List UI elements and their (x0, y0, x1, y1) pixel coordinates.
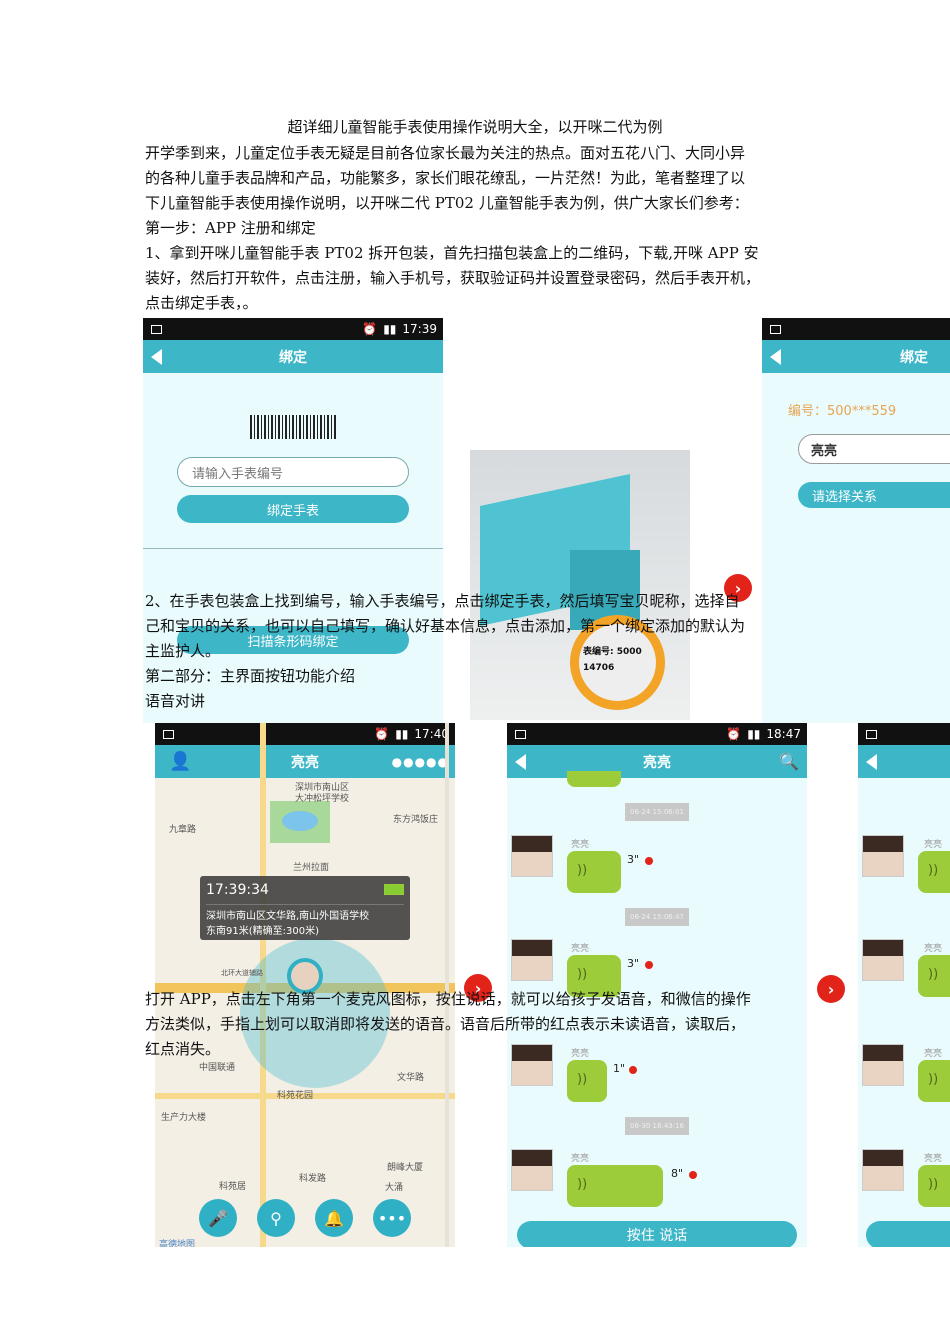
step2-line: 己和宝贝的关系，也可以自己填写，确认好基本信息，点击添加，第一个绑定添加的默认为 (145, 617, 746, 635)
message-timestamp: 06-24 15:06:01 (625, 803, 689, 821)
chat-screenshot: ⏰ ▮▮ 18:47 亮亮 🔍 06-24 15:06:01 亮亮)) 3" 06-24… (507, 723, 807, 1247)
voice-message[interactable]: 亮亮)) 8" (511, 1149, 801, 1219)
voice-wave-icon: )) (567, 1060, 607, 1102)
voice-line: 打开 APP，点击左下角第一个麦克风图标，按住说话，就可以给孩子发语音，和微信的… (145, 990, 751, 1008)
signal-icon: ▮▮ (383, 322, 397, 336)
battery-icon (384, 884, 404, 895)
screen-title: 绑定 (900, 349, 928, 366)
intro-line: 下儿童智能手表使用操作说明，以开咪二代 PT02 儿童智能手表为例，供广大家长们… (145, 194, 749, 212)
voice-line: 红点消失。 (145, 1040, 221, 1058)
hold-to-talk-button[interactable]: 按住 说话 (517, 1221, 797, 1247)
intro-line: 开学季到来，儿童定位手表无疑是目前各位家长最为关注的热点。面对五花八门、大同小异 (145, 144, 746, 162)
unread-dot (629, 1066, 637, 1074)
voice-wave-icon: )) (567, 1165, 663, 1207)
nickname-input[interactable]: 亮亮 (798, 434, 950, 464)
chat-screenshot-partial: 亮亮)) 亮亮)) 亮亮)) 亮亮)) (858, 723, 950, 1247)
message-timestamp: 06-24 15:06:47 (625, 908, 689, 926)
image-icon (515, 729, 526, 739)
status-time: 17:39 (402, 322, 437, 336)
avatar (511, 1149, 553, 1191)
document-title: 超详细儿童智能手表使用操作说明大全，以开咪二代为例 (287, 118, 663, 136)
image-icon (866, 729, 877, 739)
image-icon (151, 324, 162, 334)
screen-title: 亮亮 (643, 754, 671, 771)
select-relation-button[interactable]: 请选择关系 (798, 482, 950, 508)
hold-to-talk-button[interactable] (866, 1221, 950, 1247)
step2-line: 2、在手表包装盒上找到编号，输入手表编号，点击绑定手表，然后填写宝贝昵称，选择自 (145, 592, 740, 610)
unread-dot (645, 857, 653, 865)
voice-heading: 语音对讲 (145, 692, 206, 710)
search-icon[interactable]: 🔍 (779, 752, 799, 771)
voice-wave-icon: )) (567, 851, 621, 893)
more-icon[interactable]: ●●●●● (392, 755, 449, 769)
screen-title: 亮亮 (291, 754, 319, 771)
step1-line: 点击绑定手表，。 (145, 294, 258, 312)
more-button[interactable]: ••• (373, 1199, 411, 1237)
microphone-button[interactable]: 🎤 (199, 1199, 237, 1237)
back-icon[interactable] (151, 349, 162, 365)
alarm-icon: ⏰ (362, 322, 378, 336)
back-icon[interactable] (770, 349, 781, 365)
serial-input[interactable]: 请输入手表编号 (177, 457, 409, 487)
next-arrow-icon: › (817, 975, 845, 1003)
status-time: 17:40 (414, 727, 449, 741)
location-popup: 17:39:34 深圳市南山区文华路,南山外国语学校 东南91米(精确至:300… (200, 876, 410, 940)
map-screenshot: ⏰ ▮▮ 17:40 👤 亮亮 ●●●●● 深圳市南山区 大冲松坪学校 九章路 东方鸿饭… (155, 723, 455, 1247)
back-icon[interactable] (866, 754, 877, 770)
serial-number: 编号：500***559 (788, 404, 897, 419)
avatar (511, 835, 553, 877)
step1-line: 1、拿到开咪儿童智能手表 PT02 拆开包装，首先扫描包装盒上的二维码，下载,开… (145, 244, 759, 262)
image-icon (770, 324, 781, 334)
back-icon[interactable] (515, 754, 526, 770)
intro-line: 的各种儿童手表品牌和产品，功能繁多，家长们眼花缭乱，一片茫然！为此，笔者整理了以 (145, 169, 746, 187)
step1-line: 装好，然后打开软件，点击注册，输入手机号，获取验证码并设置登录密码，然后手表开机… (145, 269, 761, 287)
alarm-bell-button[interactable]: 🔔 (315, 1199, 353, 1237)
step2-line: 主监护人。 (145, 642, 221, 660)
location-button[interactable]: ⚲ (257, 1199, 295, 1237)
message-timestamp: 06-30 18:43:16 (625, 1117, 689, 1135)
unread-dot (645, 961, 653, 969)
unread-dot (689, 1171, 697, 1179)
user-icon[interactable]: 👤 (169, 751, 191, 772)
screen-title: 绑定 (279, 349, 307, 366)
bind-watch-button[interactable]: 绑定手表 (177, 495, 409, 523)
barcode-icon (250, 415, 336, 439)
avatar (511, 939, 553, 981)
status-time: 18:47 (766, 727, 801, 741)
voice-line: 方法类似，手指上划可以取消即将发送的语音。语音后所带的红点表示未读语音，读取后， (145, 1015, 746, 1033)
voice-message[interactable]: 亮亮)) 3" (511, 835, 801, 905)
image-icon (163, 729, 174, 739)
part2-heading: 第二部分：主界面按钮功能介绍 (145, 667, 356, 685)
step1-heading: 第一步：APP 注册和绑定 (145, 219, 316, 237)
